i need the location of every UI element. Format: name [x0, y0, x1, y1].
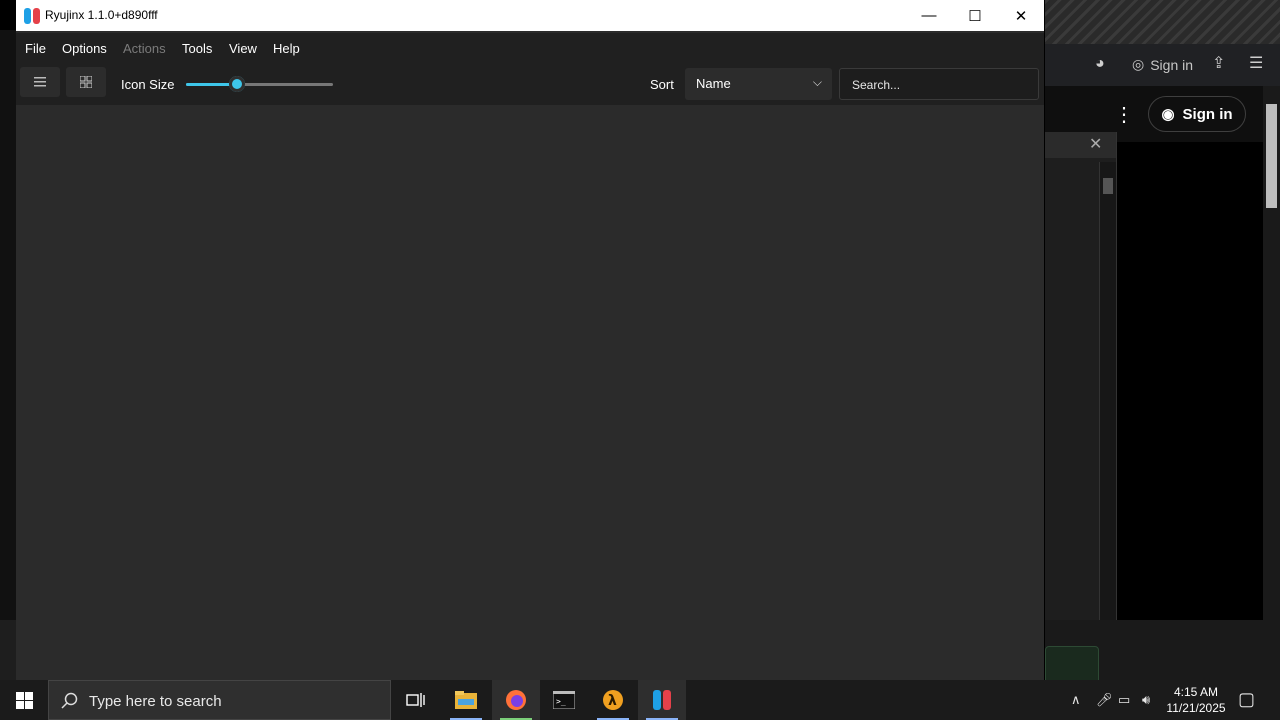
svg-text:λ: λ	[608, 693, 617, 709]
search-box[interactable]	[839, 68, 1039, 100]
taskbar-search[interactable]: Type here to search	[48, 680, 391, 720]
icon-size-slider[interactable]	[186, 76, 333, 92]
title-bar[interactable]: Ryujinx 1.1.0+d890fff — ☐ ✕	[16, 0, 1044, 31]
clock[interactable]: 4:15 AM 11/21/2025	[1160, 684, 1232, 716]
list-view-icon	[34, 77, 46, 87]
background-browser-content	[1116, 142, 1264, 622]
menu-view[interactable]: View	[229, 41, 257, 56]
maximize-icon: ☐	[968, 7, 982, 25]
clock-time: 4:15 AM	[1173, 685, 1219, 699]
menu-file[interactable]: File	[25, 41, 46, 56]
grid-view-button[interactable]	[66, 67, 106, 97]
mini-window-scrollbar[interactable]	[1099, 162, 1116, 640]
signin-button[interactable]: ◉ Sign in	[1148, 96, 1246, 132]
minimize-button[interactable]: —	[906, 0, 952, 31]
task-view-button[interactable]	[392, 680, 440, 720]
close-icon: ✕	[1014, 7, 1028, 25]
user-circle-icon: ◉	[1161, 106, 1175, 123]
slider-thumb[interactable]	[229, 76, 246, 92]
half-life-button[interactable]: λ	[589, 680, 637, 720]
menu-tools[interactable]: Tools	[182, 41, 212, 56]
firefox-button[interactable]	[492, 680, 540, 720]
file-explorer-button[interactable]	[442, 680, 490, 720]
file-explorer-icon	[455, 691, 477, 709]
half-life-icon: λ	[603, 690, 623, 710]
ryujinx-taskbar-button[interactable]	[638, 680, 686, 720]
signin-link[interactable]: ◎ Sign in	[1132, 56, 1193, 73]
maximize-button[interactable]: ☐	[952, 0, 998, 31]
background-pattern	[1045, 0, 1280, 44]
ryujinx-icon	[24, 8, 40, 24]
menu-actions[interactable]: Actions	[123, 41, 166, 56]
terminal-icon: >_	[553, 691, 575, 709]
extension-icon[interactable]: ◕	[1095, 56, 1105, 72]
microphone-icon[interactable]: 🎤︎	[1096, 692, 1113, 708]
notifications-icon[interactable]: ▢	[1238, 689, 1255, 710]
task-view-icon	[406, 693, 425, 707]
background-left-edge-lower	[0, 620, 16, 680]
toolbar: Icon Size Sort Name ⌵	[16, 63, 1044, 105]
background-scrollbar[interactable]	[1263, 86, 1280, 680]
search-input[interactable]	[850, 75, 1034, 95]
minimize-icon: —	[921, 7, 937, 24]
sort-value: Name	[696, 76, 731, 91]
background-green-button[interactable]	[1045, 646, 1099, 682]
account-icon: ◎	[1132, 56, 1145, 72]
windows-icon	[15, 691, 33, 709]
background-mini-window: ✕	[1045, 132, 1117, 642]
svg-text:>_: >_	[556, 697, 566, 706]
mini-window-titlebar: ✕	[1045, 132, 1116, 158]
menu-help[interactable]: Help	[273, 41, 300, 56]
volume-icon[interactable]: 🔊︎	[1142, 692, 1150, 708]
sort-label: Sort	[650, 77, 674, 92]
background-left-edge	[0, 30, 16, 680]
share-icon[interactable]: ⇪	[1212, 56, 1225, 72]
icon-size-label: Icon Size	[121, 77, 175, 92]
start-button[interactable]	[0, 680, 48, 720]
close-button[interactable]: ✕	[998, 0, 1044, 31]
game-list-area[interactable]	[16, 105, 1044, 680]
menu-icon[interactable]: ☰	[1249, 56, 1263, 72]
taskbar-search-placeholder: Type here to search	[89, 693, 222, 710]
menu-options[interactable]: Options	[62, 41, 107, 56]
firefox-icon	[506, 690, 526, 710]
scrollbar-thumb[interactable]	[1266, 104, 1277, 208]
sort-dropdown[interactable]: Name ⌵	[685, 68, 832, 100]
menu-bar: File Options Actions Tools View Help	[16, 33, 1044, 63]
show-hidden-icons[interactable]: ∧	[1071, 692, 1081, 708]
network-icon[interactable]: ▭	[1118, 692, 1130, 708]
chevron-down-icon: ⌵	[812, 75, 822, 89]
ryujinx-window: Ryujinx 1.1.0+d890fff — ☐ ✕ File Options…	[16, 0, 1044, 680]
scrollbar-thumb[interactable]	[1103, 178, 1113, 194]
ryujinx-icon	[653, 690, 671, 710]
taskbar: Type here to search >_ λ ∧ 🎤︎ ▭ 🔊︎ 4:15 …	[0, 680, 1280, 720]
more-options-icon[interactable]: ⋮	[1114, 102, 1134, 127]
list-view-button[interactable]	[20, 67, 60, 97]
window-title: Ryujinx 1.1.0+d890fff	[45, 8, 158, 22]
grid-view-icon	[80, 76, 92, 88]
search-icon	[61, 692, 78, 709]
close-icon[interactable]: ✕	[1089, 137, 1102, 153]
terminal-button[interactable]: >_	[540, 680, 588, 720]
clock-date: 11/21/2025	[1166, 701, 1226, 715]
